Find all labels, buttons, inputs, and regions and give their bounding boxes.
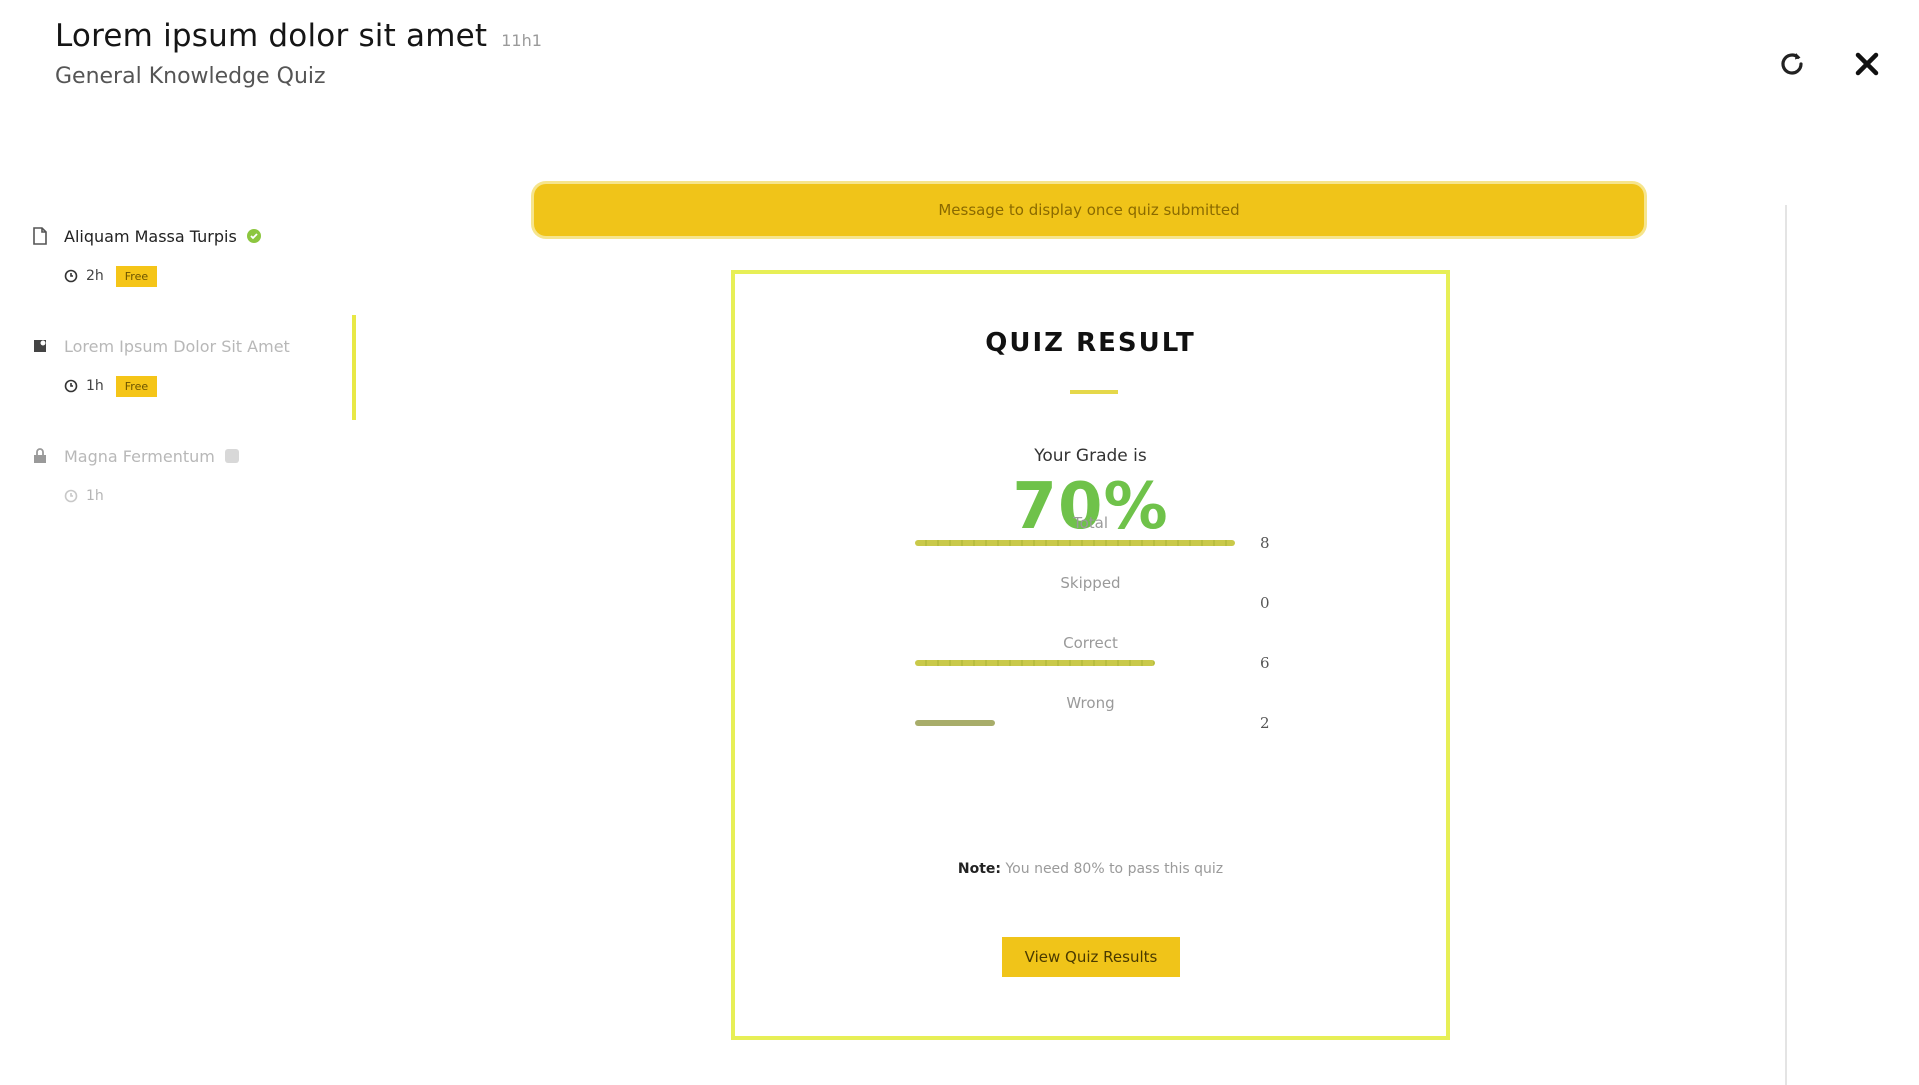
stat-value: 8: [1260, 534, 1270, 552]
scrollbar[interactable]: [1785, 205, 1787, 1085]
stat-label: Wrong: [1066, 694, 1115, 712]
lesson-sidebar: Aliquam Massa Turpis 2h Free Lorem Ipsum…: [30, 220, 360, 550]
active-lesson-indicator: [352, 315, 356, 420]
view-quiz-results-button[interactable]: View Quiz Results: [1002, 937, 1180, 977]
lesson-title: Aliquam Massa Turpis: [64, 226, 237, 246]
stat-value: 6: [1260, 654, 1270, 672]
lesson-meta: 1h Free: [64, 374, 360, 398]
stat-bar: [915, 660, 1155, 666]
course-title: Lorem ipsum dolor sit amet: [55, 18, 488, 54]
stat-bar: [915, 720, 995, 726]
stat-value: 0: [1260, 594, 1270, 612]
free-badge: Free: [115, 375, 158, 397]
status-icon: [224, 449, 239, 463]
lesson-row: Lorem Ipsum Dolor Sit Amet: [30, 330, 360, 362]
lesson-meta: 1h: [64, 484, 360, 508]
clock-icon: [64, 269, 78, 283]
lesson-row: Magna Fermentum: [30, 440, 360, 472]
page-header: Lorem ipsum dolor sit amet 11h1 General …: [55, 18, 542, 89]
stat-label: Correct: [1063, 634, 1118, 652]
free-badge: Free: [115, 265, 158, 287]
stat-correct: Correct 6: [735, 634, 1446, 684]
reload-button[interactable]: [1774, 46, 1810, 82]
quiz-result-card: QUIZ RESULT Your Grade is 70% Total 8 Sk…: [731, 270, 1450, 1040]
lock-icon: [30, 446, 50, 466]
close-button[interactable]: [1849, 46, 1885, 82]
lesson-title: Lorem Ipsum Dolor Sit Amet: [64, 336, 290, 356]
note-label: Note:: [957, 861, 1002, 877]
stat-label: Total: [1072, 514, 1109, 532]
stat-track: [915, 540, 1235, 546]
clock-icon: [64, 489, 78, 503]
stat-total: Total 8: [735, 514, 1446, 564]
lesson-row: Aliquam Massa Turpis: [30, 220, 360, 252]
lesson-duration: 1h: [86, 488, 104, 504]
stat-wrong: Wrong 2: [735, 694, 1446, 744]
note-text: You need 80% to pass this quiz: [1005, 861, 1224, 877]
reload-icon: [1781, 53, 1803, 75]
lesson-meta: 2h Free: [64, 264, 360, 288]
stat-track: [915, 600, 1235, 606]
lesson-duration: 2h: [86, 268, 104, 284]
course-duration: 11h1: [501, 31, 542, 50]
submission-message-banner: Message to display once quiz submitted: [534, 184, 1644, 236]
lesson-item[interactable]: Magna Fermentum 1h: [30, 440, 360, 550]
lesson-item[interactable]: Lorem Ipsum Dolor Sit Amet 1h Free: [30, 330, 360, 440]
result-title: QUIZ RESULT: [985, 328, 1196, 358]
stat-skipped: Skipped 0: [735, 574, 1446, 624]
grade-label: Your Grade is: [1034, 446, 1147, 466]
quiz-name: General Knowledge Quiz: [55, 64, 326, 89]
stat-track: [915, 660, 1235, 666]
stat-bar: [915, 540, 1235, 546]
close-icon: [1855, 52, 1879, 76]
title-row: Lorem ipsum dolor sit amet 11h1: [55, 18, 542, 54]
stat-label: Skipped: [1060, 574, 1121, 592]
stat-value: 2: [1260, 714, 1270, 732]
lesson-item[interactable]: Aliquam Massa Turpis 2h Free: [30, 220, 360, 330]
lesson-duration: 1h: [86, 378, 104, 394]
title-underline: [1070, 390, 1118, 394]
check-icon: [246, 229, 261, 243]
clock-icon: [64, 379, 78, 393]
pass-note: Note: You need 80% to pass this quiz: [735, 861, 1446, 877]
lesson-title: Magna Fermentum: [64, 446, 215, 466]
document-icon: [30, 226, 50, 246]
puzzle-icon: [30, 336, 50, 356]
stat-track: [915, 720, 1235, 726]
